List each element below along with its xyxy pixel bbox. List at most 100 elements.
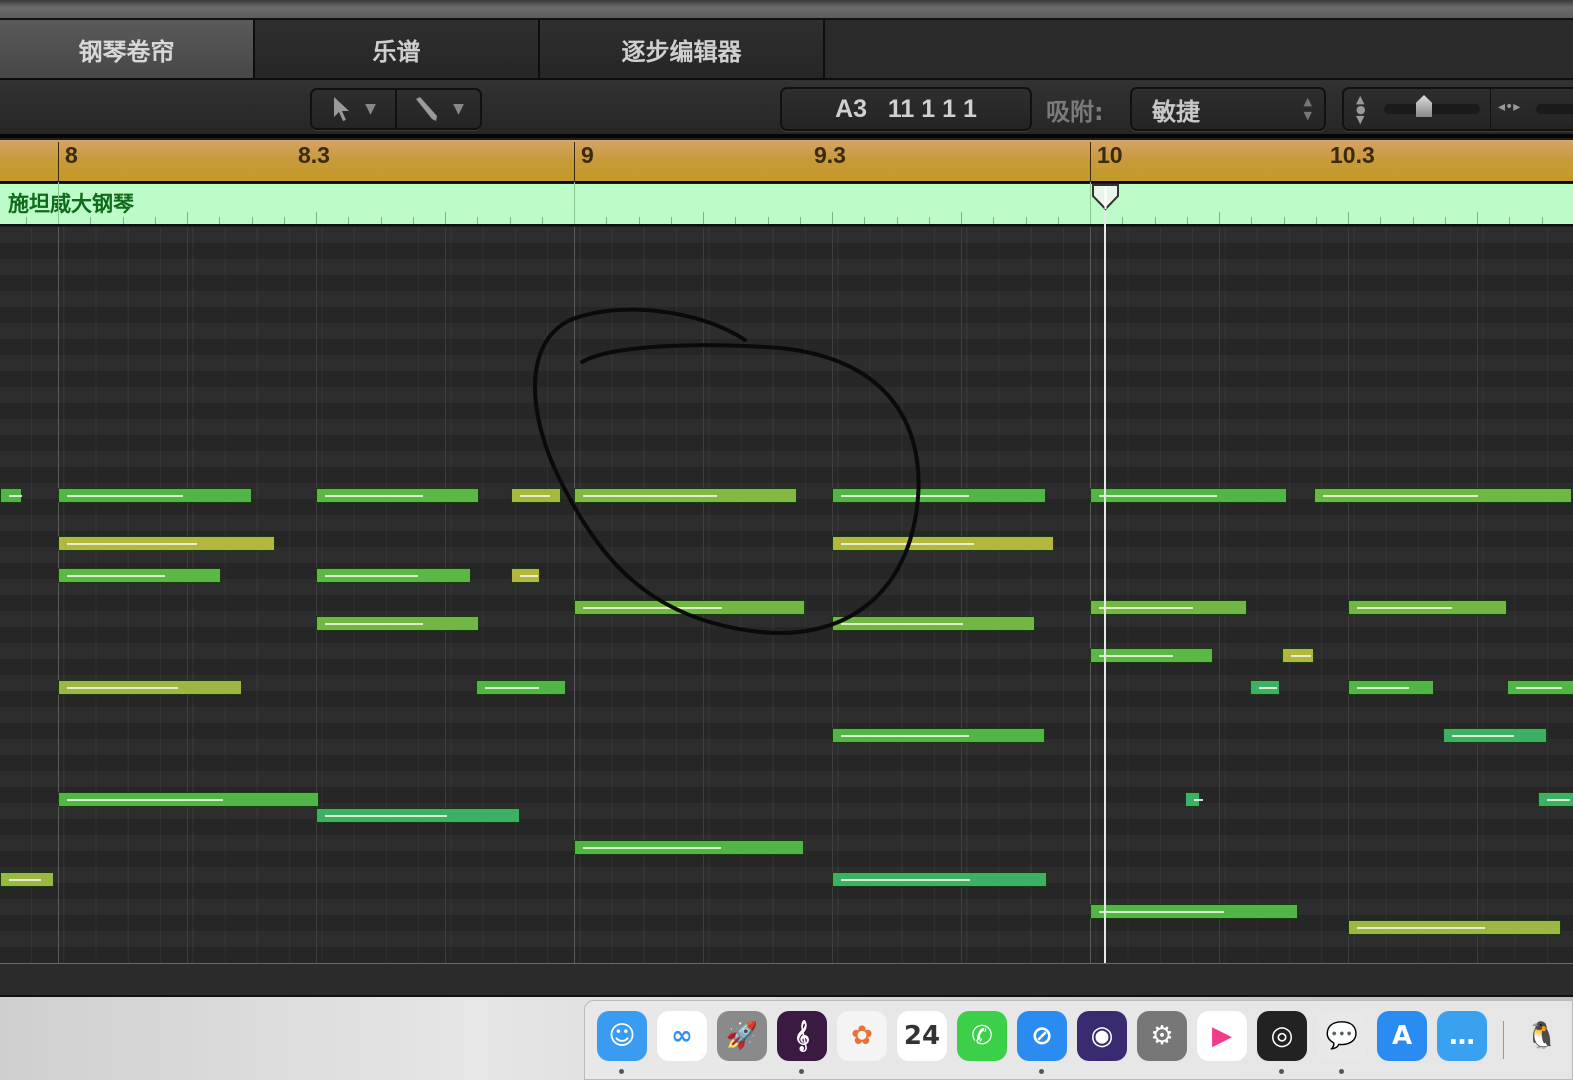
ruler-tick xyxy=(1122,217,1124,224)
safari-icon[interactable]: ⊘ xyxy=(1017,1011,1067,1061)
pointer-icon xyxy=(334,97,350,121)
midi-note[interactable] xyxy=(58,488,252,503)
facetime-icon[interactable]: ✆ xyxy=(957,1011,1007,1061)
ruler-tick xyxy=(896,217,898,224)
pointer-tool-button[interactable]: ▼ xyxy=(312,90,397,128)
midi-note[interactable] xyxy=(1185,792,1203,807)
midi-note[interactable] xyxy=(1348,600,1507,615)
wechat-icon[interactable]: 💬 xyxy=(1317,1011,1367,1061)
velocity-line xyxy=(325,623,423,625)
youku-icon[interactable]: ▶ xyxy=(1197,1011,1247,1061)
qq-icon[interactable]: 🐧 xyxy=(1517,1011,1567,1061)
messages-icon[interactable]: … xyxy=(1437,1011,1487,1061)
midi-note[interactable] xyxy=(1090,904,1298,919)
midi-note[interactable] xyxy=(316,488,479,503)
midi-note[interactable] xyxy=(0,488,23,503)
logic-pro-icon[interactable]: 𝄞 xyxy=(777,1011,827,1061)
pencil-tool-button[interactable]: ▼ xyxy=(397,90,480,128)
midi-note[interactable] xyxy=(58,568,221,583)
midi-note[interactable] xyxy=(1282,648,1315,663)
siri-icon[interactable]: ◉ xyxy=(1077,1011,1127,1061)
midi-note[interactable] xyxy=(1090,488,1288,503)
baidu-netdisk-icon[interactable]: ∞ xyxy=(657,1011,707,1061)
velocity-line xyxy=(1357,687,1409,689)
tab-score[interactable]: 乐谱 xyxy=(255,20,540,78)
toolbar: ▼ ▼ A3 11 1 1 1 吸附: 敏捷 ▲ ▼ ▲ ● ▼ ◂•▸ xyxy=(0,80,1573,138)
horizontal-zoom-slider[interactable] xyxy=(1536,104,1573,114)
playhead[interactable] xyxy=(1104,184,1107,964)
logic-remote-icon[interactable]: ◎ xyxy=(1257,1011,1307,1061)
velocity-line xyxy=(8,879,42,881)
tool-selector: ▼ ▼ xyxy=(310,88,482,130)
vertical-zoom-knob[interactable] xyxy=(1416,95,1432,117)
calendar-icon[interactable]: 24 xyxy=(897,1011,947,1061)
zoom-controls: ▲ ● ▼ ◂•▸ xyxy=(1342,87,1573,131)
midi-note[interactable] xyxy=(832,728,1045,743)
tab-step-editor[interactable]: 逐步编辑器 xyxy=(540,20,825,78)
midi-note[interactable] xyxy=(475,680,567,695)
midi-note[interactable] xyxy=(1348,680,1435,695)
ruler-tick xyxy=(767,217,769,224)
snap-value: 敏捷 xyxy=(1152,97,1200,126)
ruler-tick xyxy=(1541,217,1543,224)
ruler-tick xyxy=(187,212,188,224)
velocity-line xyxy=(1258,687,1277,689)
midi-note[interactable] xyxy=(1314,488,1573,503)
snap-select[interactable]: 敏捷 ▲ ▼ xyxy=(1130,87,1326,131)
midi-note[interactable] xyxy=(316,616,479,631)
midi-note[interactable] xyxy=(316,808,520,823)
beat-line xyxy=(1348,227,1349,963)
midi-note[interactable] xyxy=(574,600,805,615)
velocity-line xyxy=(1357,607,1453,609)
system-preferences-icon[interactable]: ⚙ xyxy=(1137,1011,1187,1061)
midi-note[interactable] xyxy=(510,568,541,583)
launchpad-icon[interactable]: 🚀 xyxy=(717,1011,767,1061)
ruler-tick xyxy=(380,217,382,224)
bar-line xyxy=(1090,227,1091,963)
midi-note[interactable] xyxy=(1249,680,1280,695)
beat-line xyxy=(187,227,188,963)
midi-note[interactable] xyxy=(832,872,1048,887)
midi-note[interactable] xyxy=(1443,728,1547,743)
ruler-tick xyxy=(1219,212,1220,224)
running-indicator xyxy=(1339,1069,1344,1074)
beat-line xyxy=(961,227,962,963)
midi-note[interactable] xyxy=(510,488,562,503)
ruler-tick xyxy=(477,217,479,224)
midi-note[interactable] xyxy=(832,536,1054,551)
midi-note[interactable] xyxy=(1537,792,1573,807)
region-header[interactable]: 施坦威大钢琴 xyxy=(0,182,1573,226)
midi-note[interactable] xyxy=(1090,600,1248,615)
photos-icon[interactable]: ✿ xyxy=(837,1011,887,1061)
midi-note[interactable] xyxy=(832,616,1035,631)
velocity-line xyxy=(67,687,178,689)
beat-line xyxy=(1219,227,1220,963)
dock-separator xyxy=(1503,1021,1504,1059)
app-store-icon[interactable]: A xyxy=(1377,1011,1427,1061)
piano-roll-grid[interactable] xyxy=(0,227,1573,963)
ruler-tick xyxy=(154,217,156,224)
finder-icon[interactable]: ☺ xyxy=(597,1011,647,1061)
velocity-line xyxy=(583,607,722,609)
midi-note[interactable] xyxy=(58,680,243,695)
bar-ruler[interactable]: 8 8.3 9 9.3 10 10.3 xyxy=(0,140,1573,183)
ruler-tick xyxy=(799,217,801,224)
midi-note[interactable] xyxy=(1506,680,1573,695)
midi-note[interactable] xyxy=(58,792,319,807)
midi-note[interactable] xyxy=(574,840,804,855)
midi-note[interactable] xyxy=(0,872,55,887)
ruler-label: 9.3 xyxy=(814,142,846,168)
midi-note[interactable] xyxy=(1090,648,1213,663)
midi-note[interactable] xyxy=(58,536,275,551)
ruler-tick xyxy=(316,212,317,224)
velocity-line xyxy=(1099,607,1194,609)
running-indicator xyxy=(1039,1069,1044,1074)
midi-note[interactable] xyxy=(316,568,471,583)
tab-piano-roll[interactable]: 钢琴卷帘 xyxy=(0,20,255,78)
midi-note[interactable] xyxy=(1348,920,1561,935)
midi-note[interactable] xyxy=(832,488,1047,503)
ruler-label: 9 xyxy=(574,142,594,182)
vertical-zoom-slider[interactable] xyxy=(1384,104,1480,114)
midi-note[interactable] xyxy=(574,488,798,503)
playhead-handle-icon[interactable] xyxy=(1091,183,1121,211)
